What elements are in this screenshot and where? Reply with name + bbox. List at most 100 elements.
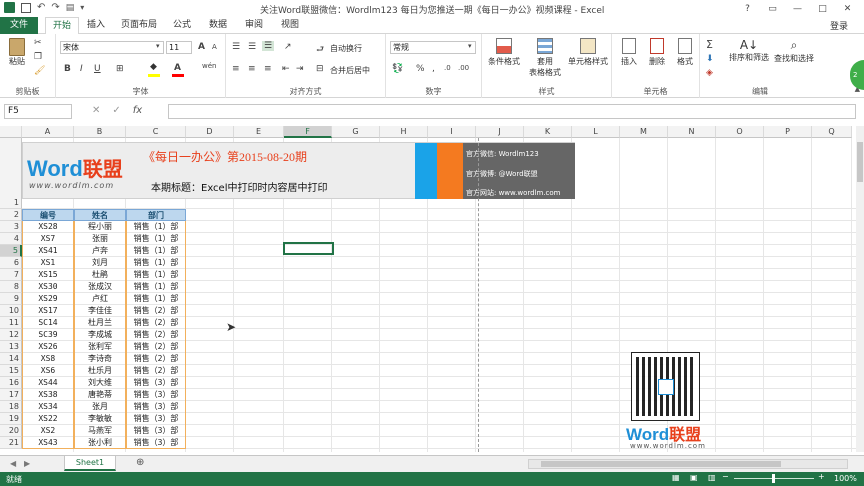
column-header[interactable]: F [284, 126, 332, 138]
undo-icon[interactable]: ↶ [37, 2, 45, 13]
table-cell[interactable]: 销售（2）部 [126, 317, 186, 329]
tab-home[interactable]: 开始 [45, 17, 79, 35]
tab-data[interactable]: 数据 [204, 17, 232, 34]
vertical-scrollbar[interactable] [856, 126, 864, 452]
cell-styles-button[interactable]: 单元格样式 [566, 38, 610, 67]
copy-icon[interactable]: ❐ [34, 52, 42, 62]
table-cell[interactable]: 李佳佳 [74, 305, 126, 317]
table-cell[interactable]: 销售（1）部 [126, 281, 186, 293]
table-cell[interactable]: 销售（1）部 [126, 269, 186, 281]
column-header[interactable]: C [126, 126, 186, 138]
underline-button[interactable]: U [94, 64, 101, 74]
increase-decimal-icon[interactable]: .0 [444, 64, 451, 72]
format-painter-icon[interactable]: 🖌 [34, 66, 45, 76]
column-header[interactable]: B [74, 126, 126, 138]
name-box[interactable]: F5 [4, 104, 72, 119]
row-header[interactable]: 20 [0, 425, 22, 437]
sort-filter-button[interactable]: A↓ 排序和筛选 [726, 38, 772, 63]
font-color-icon[interactable]: A [174, 63, 181, 73]
align-left-icon[interactable]: ≡ [232, 64, 240, 74]
table-cell[interactable]: 销售（2）部 [126, 353, 186, 365]
find-select-button[interactable]: ⌕ 查找和选择 [772, 38, 816, 64]
add-sheet-icon[interactable]: ⊕ [136, 457, 144, 468]
selected-cell-f5[interactable] [283, 242, 334, 255]
format-cells-button[interactable]: 格式 [672, 38, 698, 67]
merge-icon[interactable]: ⊟ [316, 64, 324, 74]
table-cell[interactable]: 李诗奇 [74, 353, 126, 365]
tab-review[interactable]: 审阅 [240, 17, 268, 34]
clear-icon[interactable]: ◈ [706, 68, 713, 78]
column-header[interactable]: H [380, 126, 428, 138]
table-cell[interactable]: XS34 [22, 401, 74, 413]
table-cell[interactable]: 销售（3）部 [126, 401, 186, 413]
table-cell[interactable]: 张月 [74, 401, 126, 413]
row-header[interactable]: 2 [0, 209, 22, 221]
border-icon[interactable]: ⊞ [116, 64, 124, 74]
horizontal-scrollbar[interactable] [528, 459, 848, 469]
page-break-view-icon[interactable]: ▥ [708, 473, 716, 482]
comma-button[interactable]: , [432, 64, 435, 74]
percent-button[interactable]: % [416, 64, 425, 74]
tab-insert[interactable]: 插入 [82, 17, 110, 34]
cancel-icon[interactable]: ✕ [92, 105, 100, 116]
row-header[interactable]: 14 [0, 353, 22, 365]
redo-icon[interactable]: ↷ [51, 2, 59, 13]
bold-button[interactable]: B [64, 64, 71, 74]
table-cell[interactable]: XS7 [22, 233, 74, 245]
maximize-button[interactable]: □ [810, 1, 835, 16]
table-cell[interactable]: 李成城 [74, 329, 126, 341]
table-cell[interactable]: XS17 [22, 305, 74, 317]
wrap-text-icon[interactable]: ⮐ [316, 42, 324, 58]
increase-indent-icon[interactable]: ⇥ [296, 64, 304, 74]
table-cell[interactable]: 销售（1）部 [126, 293, 186, 305]
table-cell[interactable]: 程小丽 [74, 221, 126, 233]
column-header[interactable]: J [476, 126, 524, 138]
row-header[interactable]: 6 [0, 257, 22, 269]
table-cell[interactable]: 张小利 [74, 437, 126, 449]
prev-sheet-icon[interactable]: ◀ [10, 459, 16, 468]
table-cell[interactable]: 张丽 [74, 233, 126, 245]
row-header[interactable]: 8 [0, 281, 22, 293]
tab-file[interactable]: 文件 [0, 17, 38, 34]
row-header[interactable]: 19 [0, 413, 22, 425]
table-cell[interactable]: 销售（1）部 [126, 245, 186, 257]
table-header-cell[interactable]: 编号 [22, 209, 74, 221]
table-cell[interactable]: XS43 [22, 437, 74, 449]
row-header[interactable]: 15 [0, 365, 22, 377]
table-cell[interactable]: 销售（2）部 [126, 305, 186, 317]
table-cell[interactable]: 李敏敏 [74, 413, 126, 425]
table-cell[interactable]: 刘大维 [74, 377, 126, 389]
decrease-indent-icon[interactable]: ⇤ [282, 64, 290, 74]
formula-input[interactable] [168, 104, 856, 119]
help-button[interactable]: ? [735, 1, 760, 16]
row-header[interactable]: 10 [0, 305, 22, 317]
autosum-icon[interactable]: Σ [706, 38, 713, 51]
save-icon[interactable] [21, 2, 31, 13]
fill-color-icon[interactable]: ◆ [150, 62, 157, 72]
table-cell[interactable]: XS1 [22, 257, 74, 269]
align-center-icon[interactable]: ≡ [248, 64, 256, 74]
row-header[interactable]: 13 [0, 341, 22, 353]
zoom-in-icon[interactable]: + [818, 472, 825, 481]
table-cell[interactable]: 销售（1）部 [126, 221, 186, 233]
table-header-cell[interactable]: 部门 [126, 209, 186, 221]
number-format-select[interactable]: 常规 [390, 41, 476, 54]
format-as-table-button[interactable]: 套用 表格格式 [524, 38, 566, 78]
align-top-icon[interactable]: ☰ [232, 42, 240, 52]
table-cell[interactable]: XS26 [22, 341, 74, 353]
close-button[interactable]: ✕ [835, 1, 860, 16]
table-cell[interactable]: 销售（3）部 [126, 377, 186, 389]
font-name-select[interactable]: 宋体 [60, 41, 164, 54]
column-header[interactable]: K [524, 126, 572, 138]
table-cell[interactable]: 销售（2）部 [126, 329, 186, 341]
table-header-cell[interactable]: 姓名 [74, 209, 126, 221]
table-cell[interactable]: 销售（3）部 [126, 425, 186, 437]
table-cell[interactable]: 销售（3）部 [126, 389, 186, 401]
table-cell[interactable]: 销售（2）部 [126, 341, 186, 353]
row-header[interactable]: 7 [0, 269, 22, 281]
tab-view[interactable]: 视图 [276, 17, 304, 34]
column-header[interactable]: L [572, 126, 620, 138]
table-cell[interactable]: XS30 [22, 281, 74, 293]
table-cell[interactable]: 张利军 [74, 341, 126, 353]
table-cell[interactable]: XS2 [22, 425, 74, 437]
